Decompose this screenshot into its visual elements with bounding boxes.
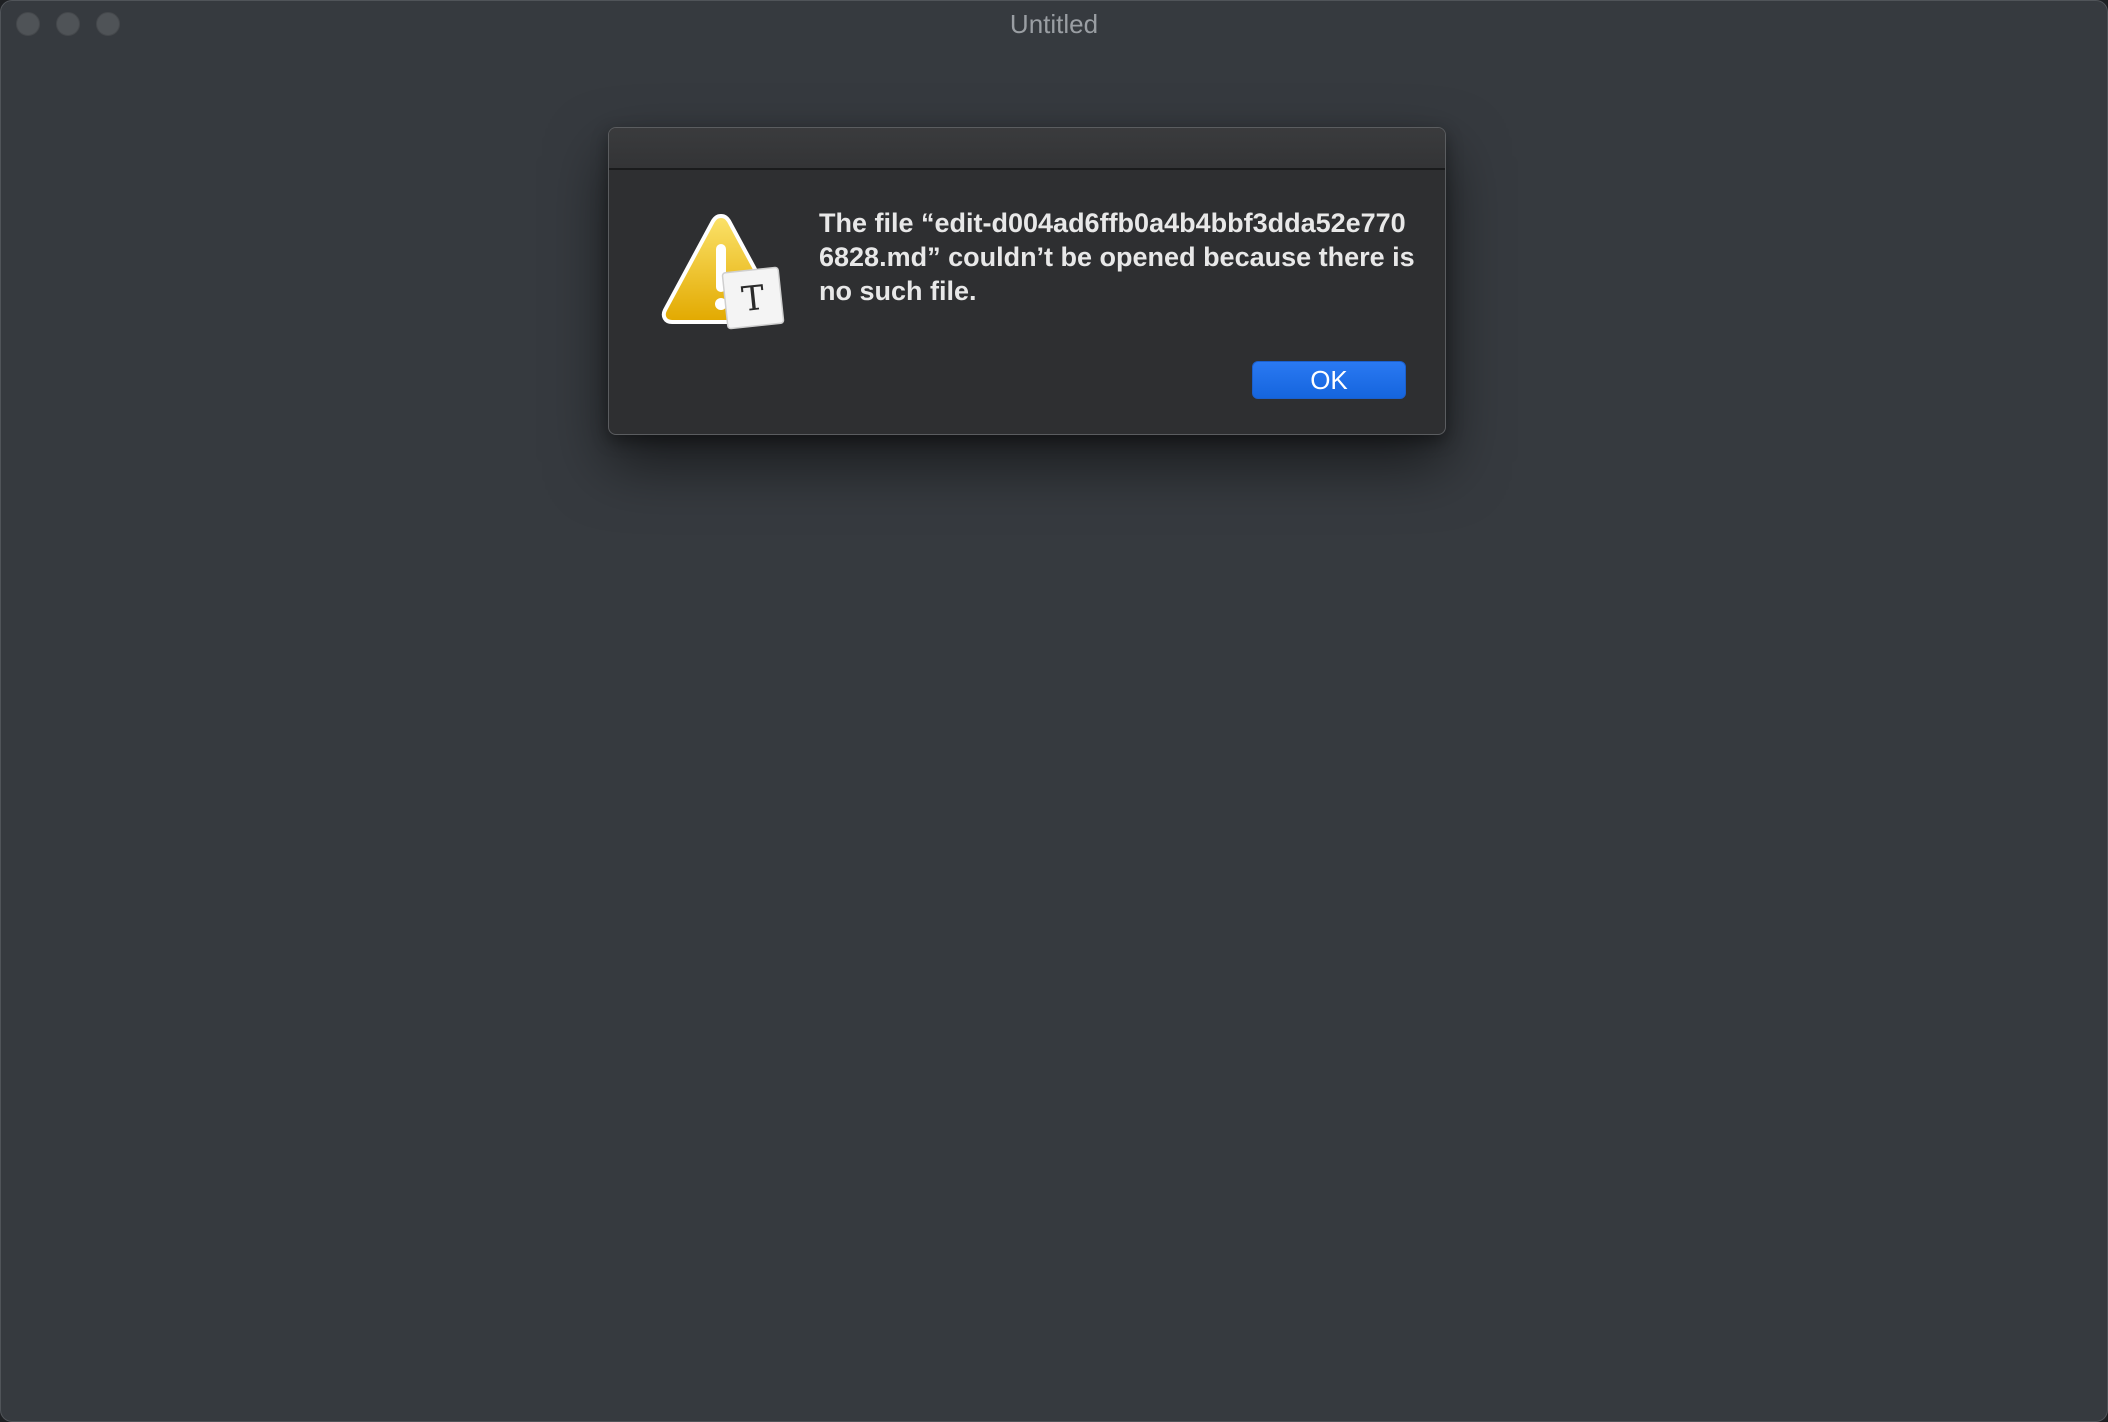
title-bar: Untitled: [1, 1, 2107, 45]
warning-icon: T: [659, 212, 789, 332]
alert-sheet: T The file “edit-d004ad6ffb0a4b4bbf3dda5…: [608, 127, 1446, 435]
ok-button[interactable]: OK: [1252, 361, 1406, 399]
sheet-header: [609, 128, 1445, 170]
alert-message: The file “edit-d004ad6ffb0a4b4bbf3dda52e…: [819, 208, 1415, 306]
document-badge-letter: T: [740, 278, 767, 320]
window-title: Untitled: [1009, 9, 1099, 39]
app-window: Untitled T The file “edit-d004ad6ffb0a4b…: [0, 0, 2108, 1422]
